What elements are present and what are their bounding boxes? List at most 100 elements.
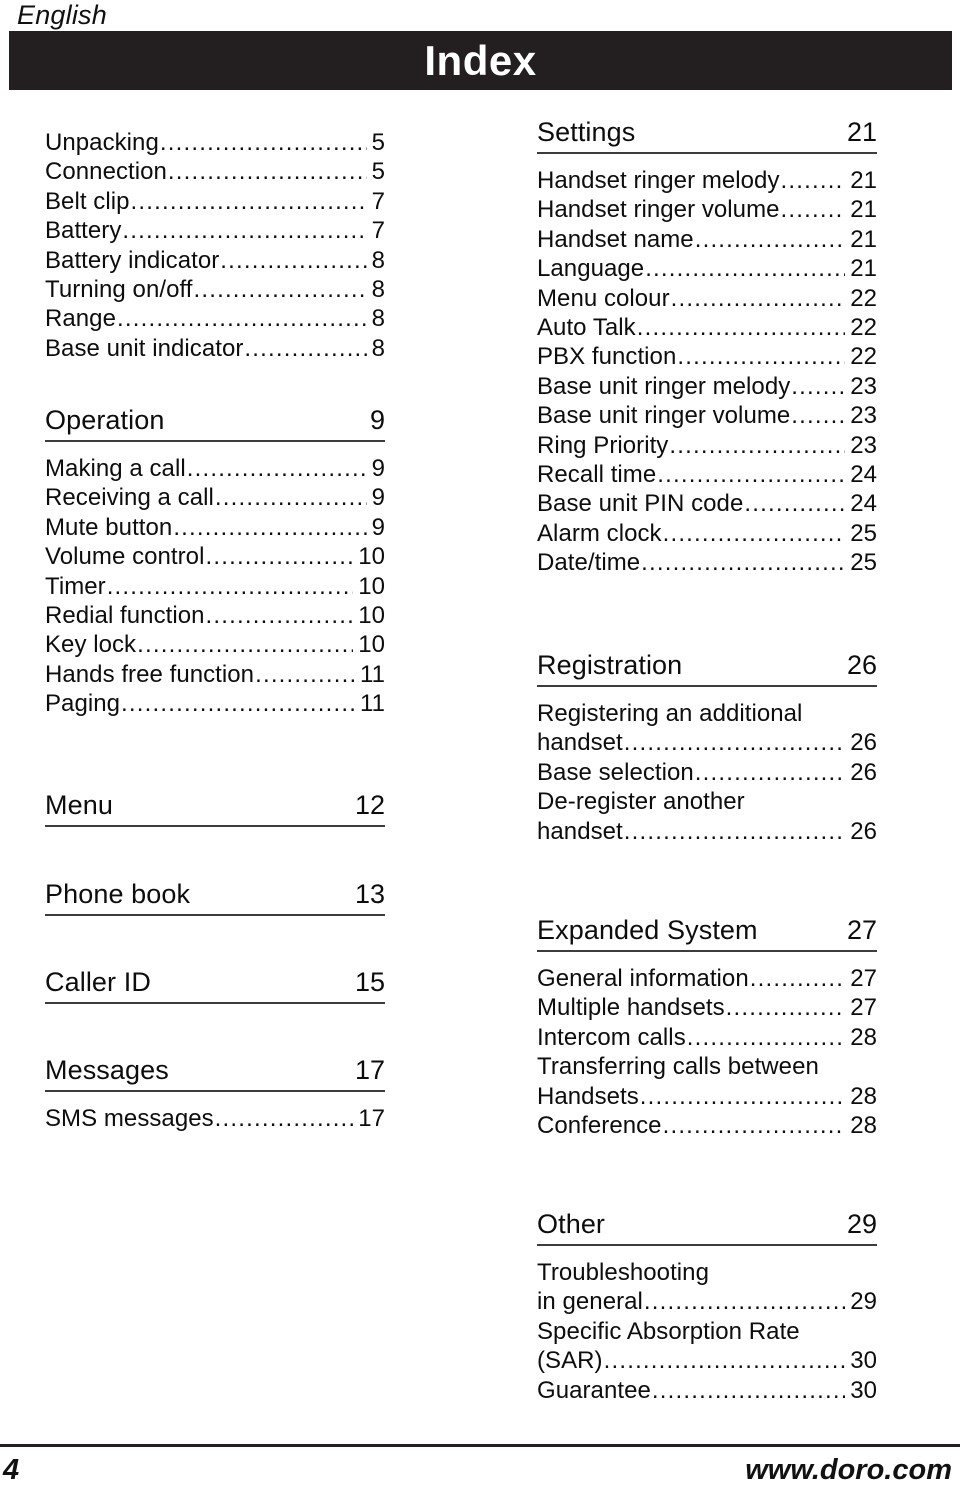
section-heading-caller-id[interactable]: Caller ID 15 (45, 966, 385, 1004)
index-entry[interactable]: Paging..................................… (45, 689, 385, 718)
index-entry[interactable]: Base unit indicator.....................… (45, 334, 385, 363)
index-entry[interactable]: Mute button.............................… (45, 513, 385, 542)
index-entry-page-number: 28 (850, 1082, 877, 1110)
section-heading-messages[interactable]: Messages 17 (45, 1054, 385, 1092)
index-entry[interactable]: Language................................… (537, 254, 877, 283)
index-entry[interactable]: Transferring calls between Handsets......… (537, 1052, 877, 1111)
index-entry[interactable]: Conference..............................… (537, 1111, 877, 1140)
index-entry-list: General information.....................… (537, 964, 877, 1140)
dot-leader: ........................................… (651, 1376, 846, 1404)
index-entry[interactable]: Menu colour.............................… (537, 284, 877, 313)
dot-leader: ........................................… (645, 255, 845, 283)
index-entry-page-number: 30 (850, 1347, 877, 1375)
dot-leader: ........................................… (121, 690, 355, 718)
index-entry[interactable]: Specific Absorption Rate (SAR)...........… (537, 1317, 877, 1376)
index-entry-page-number: 21 (850, 196, 877, 224)
index-entry-list: Troubleshooting in general...............… (537, 1258, 877, 1405)
index-entry-page-number: 29 (850, 1288, 877, 1316)
index-entry[interactable]: Handset name............................… (537, 225, 877, 254)
index-entry[interactable]: General information.....................… (537, 964, 877, 993)
index-entry[interactable]: Timer...................................… (45, 572, 385, 601)
dot-leader: ........................................… (694, 758, 845, 786)
index-entry-page-number: 9 (371, 484, 385, 512)
index-entry[interactable]: Handset ringer melody...................… (537, 166, 877, 195)
index-entry[interactable]: Recall time.............................… (537, 460, 877, 489)
index-entry[interactable]: Connection..............................… (45, 157, 385, 186)
index-entry[interactable]: De-register another handset..............… (537, 787, 877, 846)
index-entry-list: Handset ringer melody...................… (537, 166, 877, 578)
index-entry-row: Alarm clock.............................… (537, 519, 877, 548)
index-entry[interactable]: Registering an additional handset........… (537, 699, 877, 758)
index-entry[interactable]: Key lock................................… (45, 630, 385, 659)
index-entry[interactable]: Auto Talk...............................… (537, 313, 877, 342)
page-title-bar: Index (9, 31, 952, 90)
index-entry[interactable]: PBX function............................… (537, 342, 877, 371)
index-entry-row: Intercom calls..........................… (537, 1023, 877, 1052)
section-heading-menu[interactable]: Menu 12 (45, 789, 385, 827)
index-entry-label: Language (537, 255, 645, 283)
dot-leader: ........................................… (244, 334, 366, 362)
index-entry[interactable]: Base selection..........................… (537, 758, 877, 787)
section-heading-expanded-system[interactable]: Expanded System 27 (537, 914, 877, 952)
index-entry-label: Base selection (537, 758, 694, 786)
index-entry[interactable]: Base unit PIN code......................… (537, 489, 877, 518)
index-entry[interactable]: Belt clip...............................… (45, 187, 385, 216)
index-entry[interactable]: Volume control..........................… (45, 542, 385, 571)
index-entry[interactable]: Alarm clock.............................… (537, 519, 877, 548)
index-entry-page-number: 10 (358, 602, 385, 630)
index-entry[interactable]: Receiving a call........................… (45, 483, 385, 512)
index-entry[interactable]: Base unit ringer melody.................… (537, 372, 877, 401)
index-entry[interactable]: Multiple handsets.......................… (537, 993, 877, 1022)
index-entry-row: Hands free function.....................… (45, 660, 385, 689)
dot-leader: ........................................… (193, 276, 367, 304)
index-entry-label: Ring Priority (537, 431, 669, 459)
index-entry[interactable]: Guarantee...............................… (537, 1376, 877, 1405)
index-entry-page-number: 21 (850, 255, 877, 283)
language-label: English (17, 0, 107, 30)
section-heading-page-number: 29 (846, 1209, 877, 1239)
index-entry[interactable]: Turning on/off..........................… (45, 275, 385, 304)
index-entry[interactable]: Unpacking...............................… (45, 128, 385, 157)
index-entry[interactable]: Hands free function.....................… (45, 660, 385, 689)
index-entry-page-number: 9 (371, 455, 385, 482)
index-entry[interactable]: Redial function.........................… (45, 601, 385, 630)
section-heading-phone-book[interactable]: Phone book 13 (45, 878, 385, 916)
index-entry-row: Battery.................................… (45, 216, 385, 245)
index-entry[interactable]: Handset ringer volume...................… (537, 195, 877, 224)
index-entry-page-number: 8 (371, 276, 385, 304)
index-group-other: Other 29 Troubleshooting in general........… (537, 1208, 877, 1405)
index-entry[interactable]: Ring Priority...........................… (537, 431, 877, 460)
index-entry[interactable]: Date/time...............................… (537, 548, 877, 577)
section-heading-registration[interactable]: Registration 26 (537, 649, 877, 687)
dot-leader: ........................................… (657, 461, 846, 489)
index-entry-label: PBX function (537, 343, 677, 371)
index-entry-page-number: 25 (850, 549, 877, 577)
index-entry-page-number: 7 (371, 187, 385, 215)
index-entry[interactable]: SMS messages............................… (45, 1104, 385, 1133)
index-entry[interactable]: Battery indicator.......................… (45, 246, 385, 275)
section-heading-title: Settings (537, 117, 636, 147)
index-entry-first-line: Troubleshooting (537, 1259, 709, 1286)
index-entry-page-number: 27 (850, 994, 877, 1022)
section-heading-settings[interactable]: Settings 21 (537, 116, 877, 154)
index-entry[interactable]: Range...................................… (45, 304, 385, 333)
index-entry-label: Recall time (537, 461, 657, 489)
section-heading-title: Expanded System (537, 915, 758, 945)
index-entry[interactable]: Intercom calls..........................… (537, 1023, 877, 1052)
index-entry-row: Base unit ringer melody.................… (537, 372, 877, 401)
section-heading-operation[interactable]: Operation 9 (45, 404, 385, 442)
index-entry[interactable]: Battery.................................… (45, 216, 385, 245)
section-heading-title: Phone book (45, 879, 191, 909)
section-heading-page-number: 17 (354, 1055, 385, 1085)
section-heading-other[interactable]: Other 29 (537, 1208, 877, 1246)
dot-leader: ........................................… (780, 196, 846, 224)
index-entry[interactable]: Troubleshooting in general...............… (537, 1258, 877, 1317)
index-entry[interactable]: Base unit ringer volume.................… (537, 401, 877, 430)
index-entry-label: (SAR) (537, 1347, 603, 1375)
index-entry[interactable]: Making a call...........................… (45, 454, 385, 483)
index-entry-first-line: Transferring calls between (537, 1053, 819, 1081)
index-entry-page-number: 17 (358, 1105, 385, 1132)
index-entry-row: Mute button.............................… (45, 513, 385, 542)
index-entry-row: Connection..............................… (45, 157, 385, 186)
index-group-settings: Settings21Handset ringer melody.........… (537, 116, 877, 578)
